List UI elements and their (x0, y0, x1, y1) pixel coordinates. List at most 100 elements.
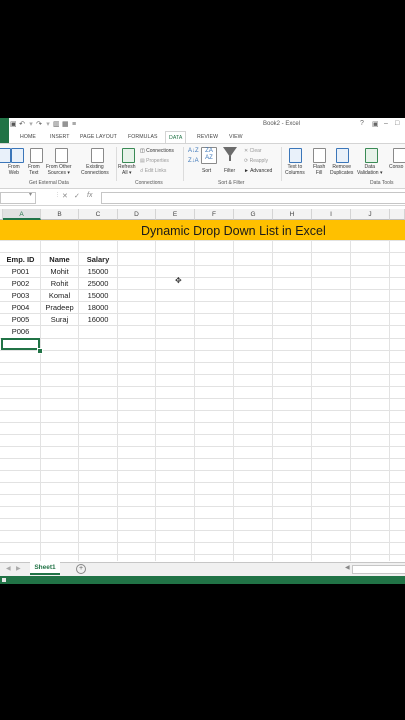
customize-icon[interactable]: ≡ (71, 121, 77, 128)
existing-connections-button[interactable]: Existing Connections (81, 164, 109, 176)
maximize-icon[interactable]: □ (395, 120, 399, 127)
title-bar (0, 118, 405, 132)
from-web-icon[interactable] (11, 148, 24, 163)
cancel-icon[interactable]: ✕ (62, 192, 68, 200)
table-cell[interactable]: P004 (1, 302, 40, 314)
save-icon[interactable]: ▣ (10, 121, 17, 128)
minimize-icon[interactable]: – (384, 120, 388, 127)
consolidate-icon[interactable] (393, 148, 405, 163)
file-tab[interactable] (0, 131, 9, 143)
consolidate-button[interactable]: Conso (389, 164, 403, 170)
sort-za-icon[interactable]: Z↓A (188, 158, 199, 164)
column-header-h[interactable]: H (273, 209, 312, 220)
dropdown-icon[interactable]: ▾ (28, 121, 34, 128)
table-cell[interactable]: Rohit (41, 278, 78, 290)
refresh-all-button[interactable]: Refresh All ▾ (118, 164, 136, 176)
scroll-right-icon[interactable]: ▶ (16, 565, 21, 572)
formula-input[interactable] (101, 192, 405, 204)
from-text-button[interactable]: From Text (28, 164, 40, 176)
column-header-j[interactable]: J (351, 209, 390, 220)
tab-home[interactable]: HOME (20, 134, 36, 140)
header-cell-name[interactable]: Name (41, 254, 78, 266)
tab-review[interactable]: REVIEW (197, 134, 218, 140)
hscroll-left-icon[interactable]: ◀ (345, 564, 350, 571)
text-to-columns-button[interactable]: Text to Columns (285, 164, 305, 176)
column-header-f[interactable]: F (195, 209, 234, 220)
insert-function-icon[interactable]: fx (87, 192, 92, 199)
tab-page-layout[interactable]: PAGE LAYOUT (80, 134, 117, 140)
sort-icon[interactable]: ZA AZ (201, 147, 217, 164)
table-cell[interactable]: Pradeep (41, 302, 78, 314)
undo-icon[interactable]: ↶ (19, 121, 25, 128)
header-cell-emp-id[interactable]: Emp. ID (1, 254, 40, 266)
connections-button[interactable]: ◫ Connections (140, 148, 174, 154)
properties-button[interactable]: ▤ Properties (140, 158, 169, 164)
table-cell[interactable]: P005 (1, 314, 40, 326)
from-text-icon[interactable] (30, 148, 43, 163)
table-cell[interactable]: P002 (1, 278, 40, 290)
add-sheet-icon[interactable]: + (76, 564, 86, 574)
gridline (0, 398, 405, 399)
from-access-icon[interactable] (0, 148, 11, 163)
ribbon-display-icon[interactable]: ▣ (372, 120, 379, 128)
sheet-title: Dynamic Drop Down List in Excel (141, 224, 326, 238)
dropdown-icon[interactable]: ▾ (45, 121, 51, 128)
enter-icon[interactable]: ✓ (74, 192, 80, 200)
sheet-tab-sheet1[interactable]: Sheet1 (30, 562, 60, 575)
quick-access-icon[interactable]: ▥ (53, 121, 60, 128)
column-header-k[interactable] (390, 209, 405, 220)
name-box-dropdown-icon[interactable]: ▾ (29, 191, 32, 198)
table-cell[interactable]: 16000 (79, 314, 117, 326)
column-header-i[interactable]: I (312, 209, 351, 220)
flash-fill-button[interactable]: Flash Fill (313, 164, 325, 176)
table-cell[interactable]: 18000 (79, 302, 117, 314)
table-cell[interactable]: Mohit (41, 266, 78, 278)
help-icon[interactable]: ? (360, 120, 364, 127)
remove-duplicates-icon[interactable] (336, 148, 349, 163)
clear-button[interactable]: ✕ Clear (244, 148, 262, 154)
gridline (0, 446, 405, 447)
horizontal-scrollbar[interactable] (352, 565, 405, 574)
column-header-e[interactable]: E (156, 209, 195, 220)
from-other-sources-button[interactable]: From Other Sources ▾ (46, 164, 72, 176)
table-cell[interactable]: 15000 (79, 266, 117, 278)
reapply-button[interactable]: ⟳ Reapply (244, 158, 268, 164)
column-header-a[interactable]: A (3, 209, 41, 220)
existing-connections-icon[interactable] (91, 148, 104, 163)
column-header-d[interactable]: D (118, 209, 156, 220)
tab-view[interactable]: VIEW (229, 134, 243, 140)
column-header-g[interactable]: G (234, 209, 273, 220)
filter-button[interactable]: Filter (224, 168, 235, 174)
quick-access-icon[interactable]: ▦ (62, 121, 69, 128)
data-validation-button[interactable]: Data Validation ▾ (357, 164, 383, 176)
table-cell[interactable]: Suraj (41, 314, 78, 326)
table-cell[interactable]: 25000 (79, 278, 117, 290)
scroll-left-icon[interactable]: ◀ (6, 565, 11, 572)
redo-icon[interactable]: ↷ (36, 121, 42, 128)
gridline (0, 530, 405, 531)
edit-links-button[interactable]: ☌ Edit Links (140, 168, 166, 174)
from-other-sources-icon[interactable] (55, 148, 68, 163)
table-cell[interactable]: P003 (1, 290, 40, 302)
remove-duplicates-button[interactable]: Remove Duplicates (330, 164, 353, 176)
header-cell-salary[interactable]: Salary (79, 254, 117, 266)
data-validation-icon[interactable] (365, 148, 378, 163)
fill-handle[interactable] (37, 348, 43, 354)
table-cell[interactable]: 15000 (79, 290, 117, 302)
text-to-columns-icon[interactable] (289, 148, 302, 163)
refresh-all-icon[interactable] (122, 148, 135, 163)
column-header-b[interactable]: B (41, 209, 79, 220)
tab-insert[interactable]: INSERT (50, 134, 70, 140)
from-web-button[interactable]: From Web (8, 164, 20, 176)
table-cell[interactable]: Komal (41, 290, 78, 302)
advanced-button[interactable]: ► Advanced (244, 168, 272, 174)
column-header-c[interactable]: C (79, 209, 118, 220)
gridline (0, 518, 405, 519)
sort-az-icon[interactable]: A↓Z (188, 148, 199, 154)
table-cell[interactable]: P001 (1, 266, 40, 278)
table-cell[interactable]: P006 (1, 326, 40, 338)
flash-fill-icon[interactable] (313, 148, 326, 163)
active-cell-selection[interactable] (1, 338, 40, 350)
sort-button[interactable]: Sort (202, 168, 211, 174)
tab-formulas[interactable]: FORMULAS (128, 134, 158, 140)
